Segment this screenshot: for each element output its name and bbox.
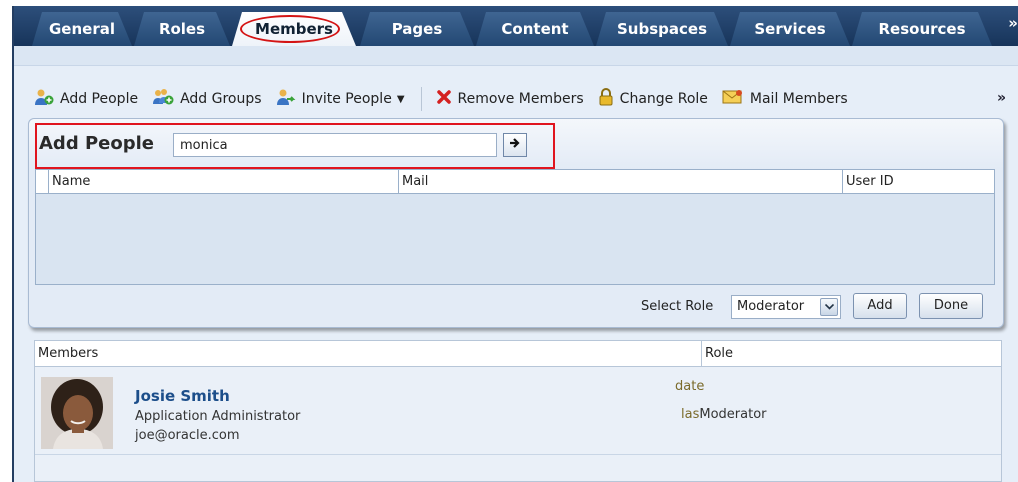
member-last-label: las bbox=[681, 407, 700, 422]
add-person-icon bbox=[34, 88, 54, 110]
row-selector-header bbox=[36, 170, 48, 194]
tab-subbar bbox=[14, 46, 1018, 66]
add-button[interactable]: Add bbox=[853, 293, 907, 319]
invite-person-icon bbox=[276, 88, 296, 110]
column-header-role[interactable]: Role bbox=[701, 341, 1001, 367]
tab-content[interactable]: Content bbox=[476, 12, 594, 46]
tab-resources[interactable]: Resources bbox=[852, 12, 992, 46]
member-date-label: date bbox=[675, 379, 705, 394]
members-header: Members Role bbox=[35, 341, 1001, 367]
members-table: Members Role Josie Smith Application Adm… bbox=[34, 340, 1002, 482]
tab-members[interactable]: Members bbox=[232, 12, 356, 46]
add-people-button[interactable]: Add People bbox=[34, 88, 138, 110]
search-results-table: Name Mail User ID bbox=[35, 169, 995, 285]
tab-pages[interactable]: Pages bbox=[360, 12, 474, 46]
toolbar-overflow-icon[interactable]: » bbox=[997, 90, 1006, 106]
add-people-header: Add People bbox=[29, 119, 1003, 169]
column-header-name[interactable]: Name bbox=[48, 170, 398, 194]
member-email: joe@oracle.com bbox=[135, 428, 240, 443]
remove-icon bbox=[436, 89, 452, 109]
select-role-label: Select Role bbox=[641, 299, 714, 314]
table-row[interactable]: Josie Smith Application Administrator jo… bbox=[35, 367, 1001, 455]
tab-general[interactable]: General bbox=[32, 12, 132, 46]
chevron-down-icon: ▼ bbox=[396, 93, 405, 105]
tabs-overflow-icon[interactable]: » bbox=[1008, 14, 1018, 32]
tab-roles[interactable]: Roles bbox=[134, 12, 230, 46]
member-name[interactable]: Josie Smith bbox=[135, 387, 230, 405]
add-group-icon bbox=[152, 88, 174, 110]
tab-subspaces[interactable]: Subspaces bbox=[596, 12, 728, 46]
role-select[interactable]: Moderator bbox=[731, 295, 841, 319]
add-people-footer: Select Role Moderator Add Done bbox=[29, 291, 1003, 325]
add-groups-button[interactable]: Add Groups bbox=[152, 88, 262, 110]
tab-services[interactable]: Services bbox=[730, 12, 850, 46]
tab-bar: General Roles Members Pages Content Subs… bbox=[14, 6, 1018, 46]
member-role: lasModerator bbox=[681, 407, 767, 422]
people-search-input[interactable] bbox=[173, 133, 497, 157]
change-role-button[interactable]: Change Role bbox=[598, 88, 708, 110]
done-button[interactable]: Done bbox=[919, 293, 983, 319]
members-toolbar: Add People Add Groups Invite People ▼ Re… bbox=[34, 80, 1012, 118]
avatar bbox=[41, 377, 113, 449]
invite-people-menu[interactable]: Invite People ▼ bbox=[276, 88, 405, 110]
search-results-header: Name Mail User ID bbox=[36, 170, 994, 194]
remove-members-button[interactable]: Remove Members bbox=[436, 89, 584, 109]
toolbar-divider bbox=[420, 87, 422, 111]
mail-icon bbox=[722, 89, 744, 109]
mail-members-button[interactable]: Mail Members bbox=[722, 89, 848, 109]
search-go-button[interactable] bbox=[503, 133, 527, 157]
add-people-title: Add People bbox=[39, 133, 154, 154]
add-people-panel: Add People Name Mail User ID Select Role… bbox=[28, 118, 1004, 328]
arrow-right-icon bbox=[509, 137, 521, 153]
chevron-down-icon bbox=[820, 298, 838, 316]
member-title: Application Administrator bbox=[135, 409, 301, 424]
column-header-members[interactable]: Members bbox=[35, 341, 701, 367]
column-header-user-id[interactable]: User ID bbox=[842, 170, 994, 194]
space-settings-frame: General Roles Members Pages Content Subs… bbox=[12, 6, 1018, 482]
column-header-mail[interactable]: Mail bbox=[398, 170, 842, 194]
lock-icon bbox=[598, 88, 614, 110]
